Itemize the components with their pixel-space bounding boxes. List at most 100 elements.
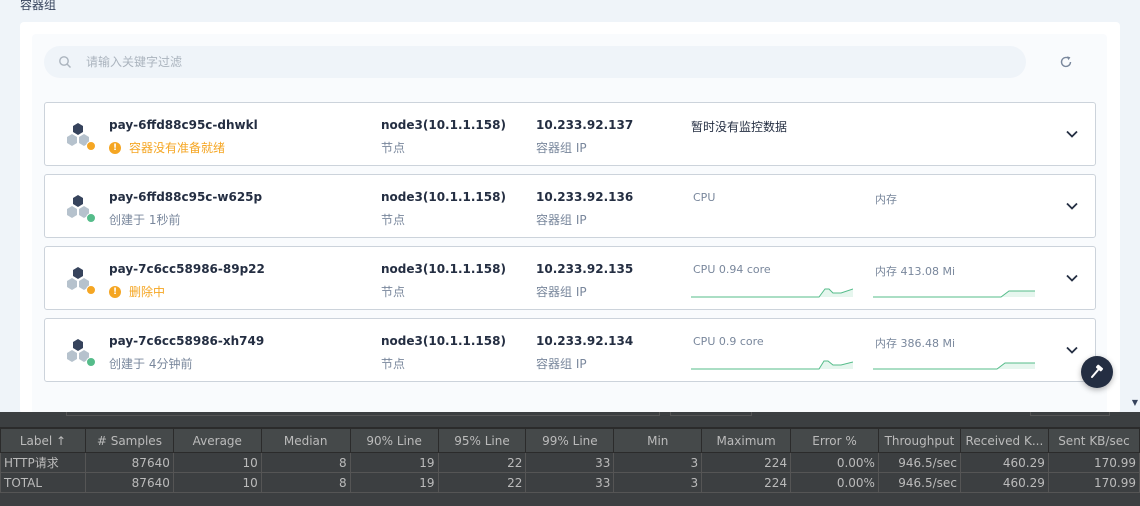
pod-status: 创建于 4分钟前 bbox=[109, 355, 192, 372]
page-title: 容器组 bbox=[20, 0, 57, 12]
table-cell: TOTAL bbox=[0, 472, 86, 493]
column-header[interactable]: Average bbox=[172, 428, 262, 453]
jmeter-summary-report: Label ↑ # Samples Average Median 90% Lin… bbox=[0, 412, 1140, 506]
table-header-row: Label ↑ # Samples Average Median 90% Lin… bbox=[0, 428, 1140, 453]
column-header[interactable]: # Samples bbox=[84, 428, 174, 453]
pod-node-label: 节点 bbox=[381, 285, 406, 299]
jmeter-toolbar-strip bbox=[0, 412, 1140, 428]
table-cell: 170.99 bbox=[1047, 472, 1140, 493]
column-header[interactable]: Sent KB/sec bbox=[1047, 428, 1140, 453]
table-cell: 10 bbox=[172, 452, 262, 473]
pod-name[interactable]: pay-7c6cc58986-89p22 bbox=[109, 262, 265, 276]
pod-node[interactable]: node3(10.1.1.158) bbox=[381, 262, 506, 276]
pod-icon bbox=[67, 267, 96, 295]
summary-table: Label ↑ # Samples Average Median 90% Lin… bbox=[0, 428, 1140, 493]
table-cell: 946.5/sec bbox=[877, 472, 961, 493]
table-cell: HTTP请求 bbox=[0, 452, 86, 473]
column-header[interactable]: Median bbox=[260, 428, 351, 453]
cpu-sparkline bbox=[691, 360, 853, 370]
column-header[interactable]: Throughput bbox=[877, 428, 961, 453]
pod-icon bbox=[67, 195, 96, 223]
table-cell: 224 bbox=[701, 452, 792, 473]
table-cell: 22 bbox=[437, 452, 527, 473]
pod-status: ! 容器没有准备就绪 bbox=[109, 139, 225, 156]
cpu-usage-label: CPU 0.94 core bbox=[693, 263, 771, 276]
memory-usage-label: 内存 bbox=[875, 193, 897, 206]
column-header[interactable]: Label ↑ bbox=[0, 428, 86, 453]
scroll-down-arrow-icon[interactable]: ▼ bbox=[1132, 398, 1138, 407]
pod-node[interactable]: node3(10.1.1.158) bbox=[381, 118, 506, 132]
pod-ip-label: 容器组 IP bbox=[536, 357, 587, 371]
pod-list-container: pay-6ffd88c95c-dhwkl ! 容器没有准备就绪 node3(10… bbox=[32, 34, 1107, 414]
table-cell: 946.5/sec bbox=[877, 452, 961, 473]
column-header[interactable]: 99% Line bbox=[525, 428, 615, 453]
cpu-usage-label: CPU bbox=[693, 191, 716, 204]
column-header[interactable]: Min bbox=[613, 428, 703, 453]
pod-name[interactable]: pay-6ffd88c95c-dhwkl bbox=[109, 118, 258, 132]
chevron-down-icon[interactable] bbox=[1065, 199, 1079, 213]
column-header[interactable]: Error % bbox=[790, 428, 879, 453]
pod-ip: 10.233.92.134 bbox=[536, 334, 634, 348]
chevron-down-icon[interactable] bbox=[1065, 271, 1079, 285]
pod-status-text: 创建于 4分钟前 bbox=[109, 357, 193, 371]
memory-usage-label: 内存 413.08 Mi bbox=[875, 265, 956, 278]
column-header[interactable]: 90% Line bbox=[349, 428, 439, 453]
table-cell: 10 bbox=[172, 472, 262, 493]
search-input[interactable] bbox=[86, 55, 986, 69]
pod-status-text: 容器没有准备就绪 bbox=[129, 141, 226, 155]
pod-node-label: 节点 bbox=[381, 141, 406, 155]
memory-sparkline bbox=[873, 362, 1035, 370]
table-cell: 8 bbox=[260, 472, 351, 493]
pod-ip-label: 容器组 IP bbox=[536, 213, 587, 227]
table-cell: 170.99 bbox=[1047, 452, 1140, 473]
warning-icon: ! bbox=[109, 141, 121, 154]
chevron-down-icon[interactable] bbox=[1065, 127, 1079, 141]
table-cell: 33 bbox=[525, 472, 615, 493]
no-monitoring-data: 暂时没有监控数据 bbox=[691, 120, 788, 134]
pod-ip: 10.233.92.137 bbox=[536, 118, 634, 132]
column-header[interactable]: Maximum bbox=[701, 428, 792, 453]
pod-node-label: 节点 bbox=[381, 213, 406, 227]
pod-list-panel: pay-6ffd88c95c-dhwkl ! 容器没有准备就绪 node3(10… bbox=[20, 22, 1120, 414]
pod-status-text: 删除中 bbox=[129, 285, 166, 299]
table-row[interactable]: TOTAL 87640 10 8 19 22 33 3 224 0.00% 94… bbox=[0, 472, 1140, 493]
pod-ip-label: 容器组 IP bbox=[536, 141, 587, 155]
cpu-usage-label: CPU 0.9 core bbox=[693, 335, 764, 348]
pod-icon bbox=[67, 339, 96, 367]
pod-card[interactable]: pay-7c6cc58986-xh749 创建于 4分钟前 node3(10.1… bbox=[44, 318, 1096, 382]
chevron-down-icon[interactable] bbox=[1065, 343, 1079, 357]
table-cell: 19 bbox=[349, 472, 439, 493]
table-cell: 33 bbox=[525, 452, 615, 473]
warning-icon: ! bbox=[109, 285, 121, 298]
pod-ip-label: 容器组 IP bbox=[536, 285, 587, 299]
search-bar[interactable] bbox=[44, 46, 1026, 78]
toolbox-button[interactable] bbox=[1081, 356, 1113, 388]
table-cell: 0.00% bbox=[790, 472, 879, 493]
column-header[interactable]: 95% Line bbox=[437, 428, 527, 453]
table-cell: 87640 bbox=[84, 452, 174, 473]
pod-node[interactable]: node3(10.1.1.158) bbox=[381, 334, 506, 348]
hammer-icon bbox=[1091, 364, 1104, 378]
table-cell: 87640 bbox=[84, 472, 174, 493]
pod-name[interactable]: pay-7c6cc58986-xh749 bbox=[109, 334, 264, 348]
table-cell: 460.29 bbox=[959, 472, 1049, 493]
refresh-icon[interactable] bbox=[1058, 54, 1074, 70]
pod-status: 创建于 1秒前 bbox=[109, 211, 180, 228]
column-header[interactable]: Received K... bbox=[959, 428, 1049, 453]
pod-node-label: 节点 bbox=[381, 357, 406, 371]
table-row[interactable]: HTTP请求 87640 10 8 19 22 33 3 224 0.00% 9… bbox=[0, 452, 1140, 473]
table-cell: 460.29 bbox=[959, 452, 1049, 473]
table-cell: 224 bbox=[701, 472, 792, 493]
pod-card[interactable]: pay-7c6cc58986-89p22 ! 删除中 node3(10.1.1.… bbox=[44, 246, 1096, 310]
scrollbar[interactable] bbox=[1128, 0, 1140, 412]
cpu-sparkline bbox=[691, 288, 853, 298]
search-icon bbox=[59, 56, 71, 68]
pod-node[interactable]: node3(10.1.1.158) bbox=[381, 190, 506, 204]
pod-status: ! 删除中 bbox=[109, 283, 165, 300]
pod-ip: 10.233.92.136 bbox=[536, 190, 634, 204]
pod-card[interactable]: pay-6ffd88c95c-dhwkl ! 容器没有准备就绪 node3(10… bbox=[44, 102, 1096, 166]
pod-name[interactable]: pay-6ffd88c95c-w625p bbox=[109, 190, 262, 204]
pod-card[interactable]: pay-6ffd88c95c-w625p 创建于 1秒前 node3(10.1.… bbox=[44, 174, 1096, 238]
table-cell: 19 bbox=[349, 452, 439, 473]
pod-status-text: 创建于 1秒前 bbox=[109, 213, 181, 227]
